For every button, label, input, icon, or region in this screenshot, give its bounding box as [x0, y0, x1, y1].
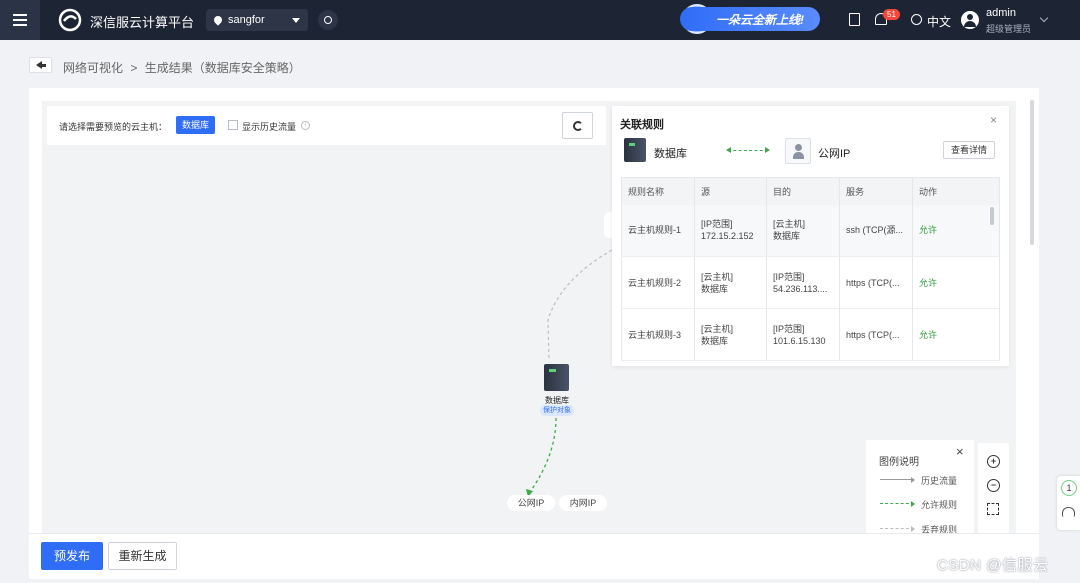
- rule-name: 云主机规则-2: [621, 256, 695, 309]
- rule-destination: [云主机] 数据库: [766, 204, 840, 257]
- table-header-row: 规则名称 源 目的 服务 动作: [621, 177, 1000, 205]
- user-name[interactable]: admin: [986, 7, 1016, 19]
- search-icon: [324, 16, 332, 24]
- history-flow-line-icon: [880, 476, 915, 483]
- column-header: 目的: [766, 177, 840, 205]
- sangfor-logo: [58, 8, 82, 32]
- column-header: 动作: [912, 177, 1000, 205]
- bidirectional-arrow-icon: [726, 146, 770, 153]
- table-scrollbar[interactable]: [990, 207, 994, 225]
- database-node-icon[interactable]: [544, 364, 569, 391]
- selected-vm-tag[interactable]: 数据库: [176, 116, 215, 134]
- vertical-scrollbar[interactable]: [1030, 100, 1034, 245]
- rule-source: [IP范围] 172.15.2.152: [694, 204, 767, 257]
- breadcrumb-network-visualization[interactable]: 网络可视化: [63, 61, 123, 75]
- headset-icon[interactable]: [1062, 507, 1075, 517]
- watermark: CSDN @信服云: [937, 557, 1049, 574]
- legend-item: 允许规则: [921, 500, 958, 510]
- protected-object-tag: 保护对象: [540, 405, 574, 416]
- rule-name: 云主机规则-1: [621, 204, 695, 257]
- info-icon[interactable]: i: [301, 121, 310, 130]
- zoom-in-icon[interactable]: +: [987, 455, 1000, 468]
- rules-table: 规则名称 源 目的 服务 动作 云主机规则-1 [IP范围] 172.15.2.…: [621, 177, 1000, 361]
- rule-name: 云主机规则-3: [621, 308, 695, 361]
- location-icon: [212, 14, 224, 26]
- show-history-label[interactable]: 显示历史流量: [242, 120, 296, 133]
- promo-banner[interactable]: 一朵云全新上线!: [680, 7, 820, 31]
- table-row[interactable]: 云主机规则-1 [IP范围] 172.15.2.152 [云主机] 数据库 ss…: [621, 204, 1000, 257]
- view-details-button[interactable]: 查看详情: [943, 141, 995, 159]
- search-button[interactable]: [318, 10, 338, 30]
- rule-action: 允许: [912, 204, 1000, 257]
- rule-source: [云主机] 数据库: [694, 308, 767, 361]
- relation-source: 数据库: [654, 148, 687, 160]
- close-icon[interactable]: ×: [990, 113, 997, 127]
- drop-rule-line-icon: [880, 525, 915, 532]
- rule-destination: [IP范围] 101.6.15.130: [766, 308, 840, 361]
- allow-rule-line-icon: [880, 500, 915, 507]
- table-row[interactable]: 云主机规则-3 [云主机] 数据库 [IP范围] 101.6.15.130 ht…: [621, 308, 1000, 361]
- rule-service: https (TCP(...: [839, 256, 913, 309]
- region-value: sangfor: [228, 14, 265, 26]
- column-header: 源: [694, 177, 767, 205]
- table-row[interactable]: 云主机规则-2 [云主机] 数据库 [IP范围] 54.236.113.... …: [621, 256, 1000, 309]
- internal-ip-node[interactable]: 内网IP: [559, 495, 607, 511]
- back-button[interactable]: [29, 57, 52, 73]
- fit-screen-icon[interactable]: [987, 503, 999, 515]
- show-history-checkbox[interactable]: [228, 120, 238, 130]
- rules-panel-title: 关联规则: [620, 119, 664, 131]
- refresh-icon: [572, 120, 583, 131]
- chevron-down-icon: [292, 17, 300, 23]
- globe-icon[interactable]: [911, 14, 922, 25]
- brand-name: 深信服云计算平台: [90, 15, 195, 30]
- refresh-button[interactable]: [562, 112, 593, 139]
- rule-service: ssh (TCP(源...: [839, 204, 913, 257]
- region-select[interactable]: sangfor: [206, 9, 308, 31]
- rule-action: 允许: [912, 308, 1000, 361]
- rule-service: https (TCP(...: [839, 308, 913, 361]
- pre-publish-button[interactable]: 预发布: [41, 542, 103, 570]
- avatar[interactable]: [961, 11, 979, 29]
- column-header: 规则名称: [621, 177, 695, 205]
- document-icon[interactable]: [849, 13, 860, 26]
- relation-destination: 公网IP: [818, 148, 851, 160]
- close-icon[interactable]: ×: [956, 444, 964, 459]
- database-server-icon: [624, 138, 646, 162]
- public-ip-icon: [785, 138, 811, 164]
- breadcrumb-separator: >: [130, 61, 138, 75]
- zoom-out-icon[interactable]: −: [987, 479, 1000, 492]
- task-count-badge[interactable]: 1: [1061, 480, 1077, 496]
- rule-source: [云主机] 数据库: [694, 256, 767, 309]
- user-role: 超级管理员: [986, 24, 1032, 34]
- breadcrumb-current: 生成结果（数据库安全策略）: [144, 61, 301, 75]
- breadcrumb: 网络可视化 > 生成结果（数据库安全策略）: [63, 59, 305, 76]
- legend-item: 历史流量: [921, 476, 958, 486]
- notification-badge: 51: [883, 9, 900, 20]
- regenerate-button[interactable]: 重新生成: [108, 542, 177, 570]
- legend-title: 图例说明: [879, 457, 919, 468]
- rule-action: 允许: [912, 256, 1000, 309]
- rule-destination: [IP范围] 54.236.113....: [766, 256, 840, 309]
- public-ip-node[interactable]: 公网IP: [507, 495, 555, 511]
- footer-bar: [29, 533, 1039, 579]
- menu-icon[interactable]: [0, 0, 40, 40]
- vm-selector-label: 请选择需要预览的云主机：: [59, 122, 168, 132]
- column-header: 服务: [839, 177, 913, 205]
- language-switch[interactable]: 中文: [927, 13, 951, 30]
